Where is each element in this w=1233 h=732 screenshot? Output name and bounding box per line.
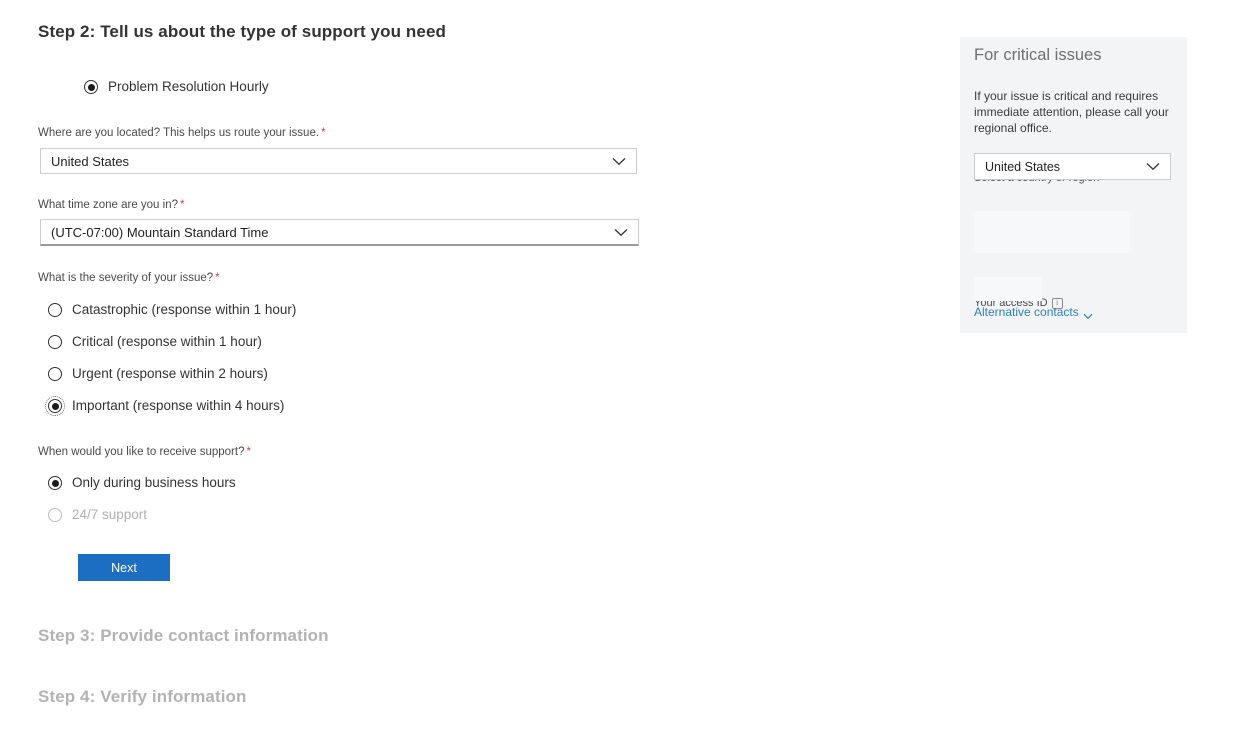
timezone-select[interactable]: (UTC-07:00) Mountain Standard Time bbox=[40, 219, 639, 246]
page-title: Step 2: Tell us about the type of suppor… bbox=[38, 22, 446, 42]
required-indicator: * bbox=[215, 272, 219, 284]
location-label: Where are you located? This helps us rou… bbox=[38, 127, 326, 139]
radio-mark[interactable] bbox=[48, 335, 62, 349]
radio-label: Catastrophic (response within 1 hour) bbox=[72, 303, 296, 317]
panel-country-select-value: United States bbox=[985, 160, 1146, 174]
radio-severity-catastrophic[interactable]: Catastrophic (response within 1 hour) bbox=[48, 300, 296, 320]
access-id-placeholder bbox=[974, 277, 1042, 301]
radio-mark[interactable] bbox=[48, 399, 62, 413]
radio-mark[interactable] bbox=[84, 80, 98, 94]
radio-severity-critical[interactable]: Critical (response within 1 hour) bbox=[48, 332, 262, 352]
radio-mark[interactable] bbox=[48, 303, 62, 317]
critical-panel-title: For critical issues bbox=[974, 46, 1101, 65]
chevron-down-icon bbox=[612, 157, 626, 166]
radio-severity-urgent[interactable]: Urgent (response within 2 hours) bbox=[48, 364, 268, 384]
radio-severity-important[interactable]: Important (response within 4 hours) bbox=[48, 396, 284, 416]
chevron-down-icon bbox=[1083, 309, 1093, 316]
timezone-select-value: (UTC-07:00) Mountain Standard Time bbox=[51, 225, 614, 240]
location-select-value: United States bbox=[51, 154, 612, 169]
critical-panel-body: If your issue is critical and requires i… bbox=[974, 89, 1174, 137]
radio-24-7-support: 24/7 support bbox=[48, 505, 147, 525]
preferred-contact-placeholder bbox=[974, 211, 1130, 253]
severity-label: What is the severity of your issue?* bbox=[38, 272, 220, 284]
step4-title: Step 4: Verify information bbox=[38, 687, 247, 707]
radio-label: Critical (response within 1 hour) bbox=[72, 335, 262, 349]
alternative-contacts-link[interactable]: Alternative contacts bbox=[974, 305, 1093, 319]
timezone-label: What time zone are you in?* bbox=[38, 199, 184, 211]
required-indicator: * bbox=[180, 199, 184, 211]
radio-label: Problem Resolution Hourly bbox=[108, 80, 269, 94]
location-label-text: Where are you located? This helps us rou… bbox=[38, 127, 319, 139]
chevron-down-icon bbox=[1146, 162, 1160, 171]
radio-business-hours[interactable]: Only during business hours bbox=[48, 473, 236, 493]
required-indicator: * bbox=[246, 446, 250, 458]
support-hours-label-text: When would you like to receive support? bbox=[38, 446, 244, 458]
radio-mark[interactable] bbox=[48, 476, 62, 490]
next-button[interactable]: Next bbox=[78, 554, 170, 581]
timezone-label-text: What time zone are you in? bbox=[38, 199, 178, 211]
radio-label: Urgent (response within 2 hours) bbox=[72, 367, 268, 381]
required-indicator: * bbox=[321, 127, 325, 139]
radio-label: Only during business hours bbox=[72, 476, 236, 490]
radio-label: 24/7 support bbox=[72, 508, 147, 522]
location-select[interactable]: United States bbox=[40, 148, 637, 174]
radio-problem-resolution-hourly[interactable]: Problem Resolution Hourly bbox=[84, 77, 269, 97]
step3-title: Step 3: Provide contact information bbox=[38, 626, 329, 646]
panel-country-select[interactable]: United States bbox=[974, 153, 1171, 180]
support-hours-label: When would you like to receive support?* bbox=[38, 446, 251, 458]
severity-label-text: What is the severity of your issue? bbox=[38, 272, 213, 284]
radio-label: Important (response within 4 hours) bbox=[72, 399, 284, 413]
radio-mark bbox=[48, 508, 62, 522]
chevron-down-icon bbox=[614, 228, 628, 237]
alternative-contacts-label: Alternative contacts bbox=[974, 305, 1079, 319]
radio-mark[interactable] bbox=[48, 367, 62, 381]
